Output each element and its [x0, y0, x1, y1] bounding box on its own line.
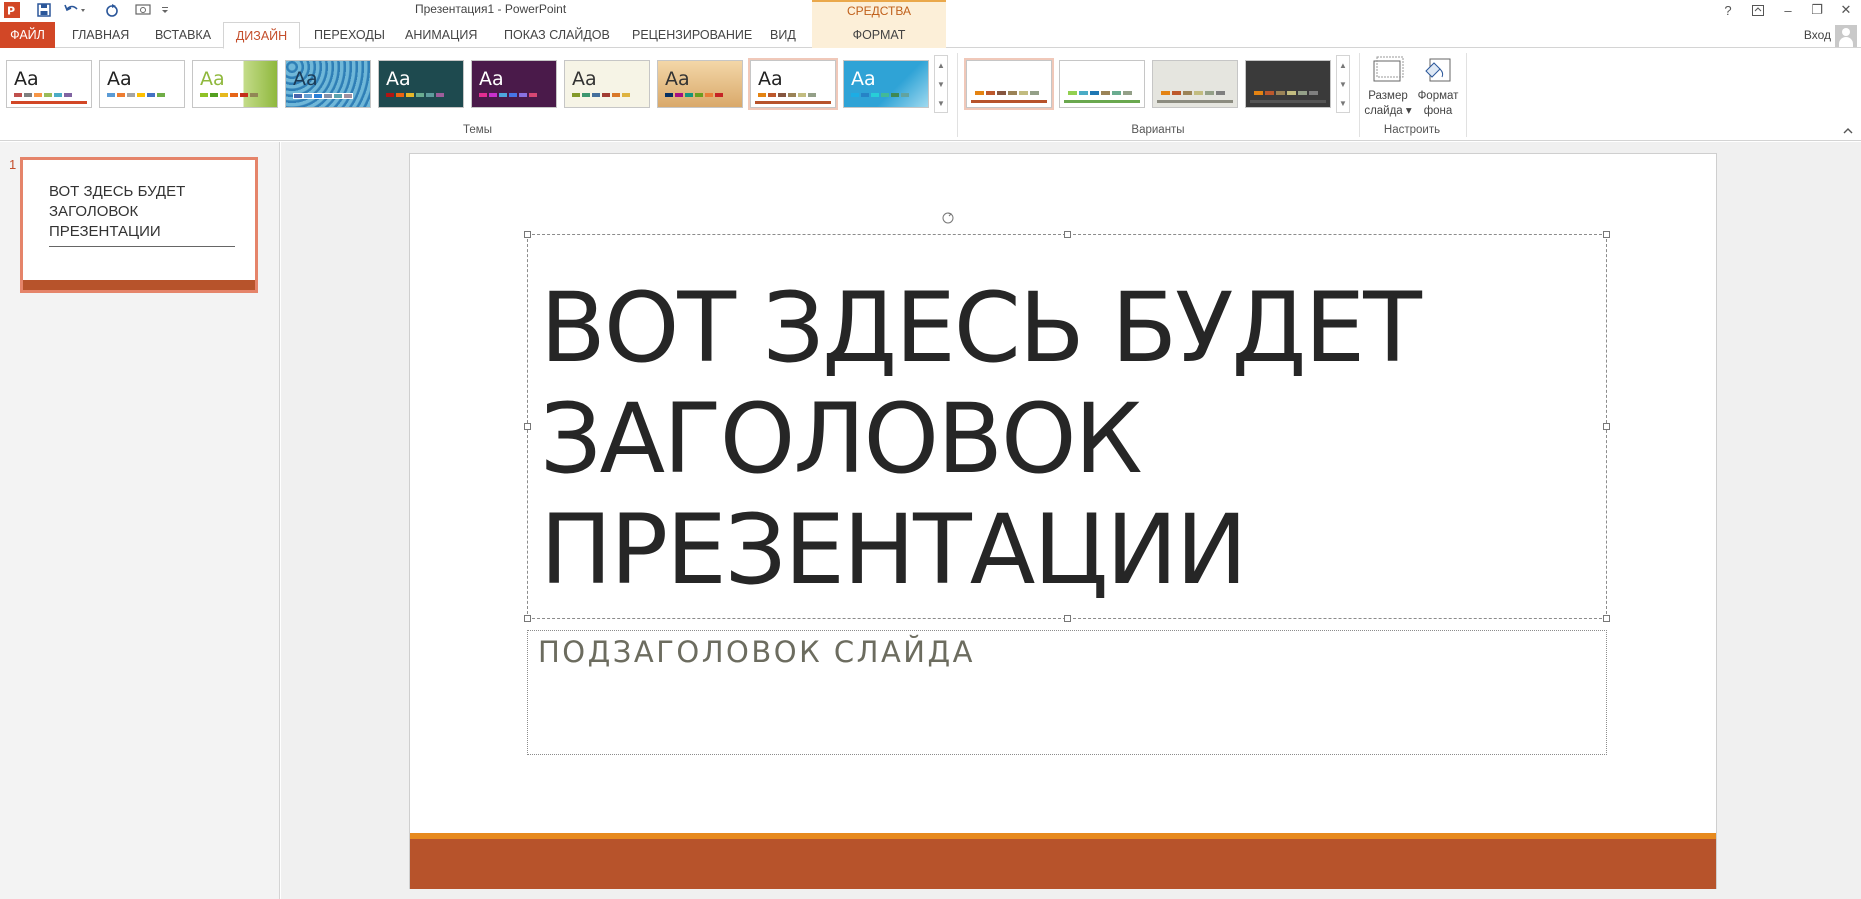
gallery-up-arrow[interactable]: ▲	[1339, 56, 1347, 75]
gallery-more-arrow[interactable]: ▼	[1339, 94, 1347, 113]
format-background-label-1: Формат	[1417, 90, 1459, 102]
resize-handle[interactable]	[524, 615, 531, 622]
theme-sample-text: Aa	[665, 68, 690, 90]
tab-transitions[interactable]: ПЕРЕХОДЫ	[304, 22, 395, 48]
theme-sample-text: Aa	[386, 68, 411, 90]
theme-office[interactable]: Aa	[6, 60, 92, 108]
theme-retrospect-selected[interactable]: Aa	[748, 58, 838, 110]
tab-format[interactable]: ФОРМАТ	[812, 22, 946, 48]
slide-number: 1	[9, 157, 17, 172]
slide-title[interactable]: ВОТ ЗДЕСЬ БУДЕТ ЗАГОЛОВОК ПРЕЗЕНТАЦИИ	[540, 273, 1600, 606]
title-placeholder[interactable]: ВОТ ЗДЕСЬ БУДЕТ ЗАГОЛОВОК ПРЕЗЕНТАЦИИ	[524, 231, 1610, 622]
theme-sample-text: Aa	[200, 68, 225, 90]
tab-slideshow[interactable]: ПОКАЗ СЛАЙДОВ	[494, 22, 620, 48]
ribbon-tabs: ФАЙЛ ГЛАВНАЯ ВСТАВКА ДИЗАЙН ПЕРЕХОДЫ АНИ…	[0, 22, 1861, 49]
theme-retrospect[interactable]: Aa	[564, 60, 650, 108]
resize-handle[interactable]	[524, 231, 531, 238]
ribbon-display-options-icon[interactable]	[1744, 0, 1772, 20]
tab-home[interactable]: ГЛАВНАЯ	[62, 22, 139, 48]
minimize-button[interactable]: –	[1774, 0, 1802, 20]
resize-handle[interactable]	[1064, 615, 1071, 622]
slide-thumbnail-1[interactable]: ВОТ ЗДЕСЬ БУДЕТ ЗАГОЛОВОК ПРЕЗЕНТАЦИИ	[20, 157, 258, 293]
variant-4[interactable]	[1245, 60, 1331, 108]
avatar-icon[interactable]	[1835, 25, 1857, 47]
thumbnail-band	[23, 280, 255, 290]
variant-1[interactable]	[964, 58, 1054, 110]
title-bar: P Презентация1 - PowerPoint СРЕДСТВА РИС…	[0, 0, 1861, 36]
format-background-icon	[1422, 55, 1454, 85]
variants-gallery-scroll[interactable]: ▲ ▼ ▼	[1336, 55, 1350, 113]
themes-group-label: Темы	[463, 124, 492, 136]
gallery-more-arrow[interactable]: ▼	[937, 94, 945, 113]
powerpoint-app-icon[interactable]: P	[3, 1, 21, 19]
sign-in-link[interactable]: Вход	[1804, 22, 1831, 48]
save-icon[interactable]	[35, 1, 53, 19]
theme-sample-text: Aa	[293, 68, 318, 90]
slide-size-label-2: слайда ▾	[1364, 105, 1412, 117]
theme-sample-text: Aa	[758, 68, 783, 90]
redo-icon[interactable]	[103, 1, 121, 19]
theme-sample-text: Aa	[14, 68, 39, 90]
drawing-tools-context-header: СРЕДСТВА РИСОВАНИЯ	[812, 0, 946, 36]
tab-animation[interactable]: АНИМАЦИЯ	[395, 22, 487, 48]
theme-ion-boardroom[interactable]: Aa	[378, 60, 464, 108]
help-button[interactable]: ?	[1714, 0, 1742, 20]
theme-organic[interactable]: Aa	[471, 60, 557, 108]
resize-handle[interactable]	[1603, 423, 1610, 430]
subtitle-placeholder[interactable]: ПОДЗАГОЛОВОК СЛАЙДА	[527, 630, 1607, 755]
window-title: Презентация1 - PowerPoint	[415, 2, 567, 16]
slide-subtitle[interactable]: ПОДЗАГОЛОВОК СЛАЙДА	[538, 635, 975, 669]
tab-design[interactable]: ДИЗАЙН	[223, 22, 300, 49]
slide-size-icon	[1372, 55, 1404, 85]
slide-title-line-2: ЗАГОЛОВОК	[540, 383, 1143, 495]
theme-ion[interactable]: Aa	[285, 60, 371, 108]
slide-editor: ВОТ ЗДЕСЬ БУДЕТ ЗАГОЛОВОК ПРЕЗЕНТАЦИИ ПО…	[281, 142, 1861, 899]
theme-slice[interactable]: Aa	[657, 60, 743, 108]
gallery-down-arrow[interactable]: ▼	[1339, 75, 1347, 94]
variants-group-label: Варианты	[1131, 124, 1185, 136]
tab-file[interactable]: ФАЙЛ	[0, 22, 55, 48]
gallery-down-arrow[interactable]: ▼	[937, 75, 945, 94]
close-button[interactable]: ✕	[1832, 0, 1860, 20]
tab-review[interactable]: РЕЦЕНЗИРОВАНИЕ	[622, 22, 762, 48]
theme-sample-text: Aa	[851, 68, 876, 90]
theme-facet[interactable]: Aa	[192, 60, 278, 108]
thumbnail-rule	[49, 246, 235, 247]
slide-title-line-3: ПРЕЗЕНТАЦИИ	[540, 494, 1248, 606]
thumbnail-title: ВОТ ЗДЕСЬ БУДЕТ ЗАГОЛОВОК ПРЕЗЕНТАЦИИ	[49, 183, 186, 240]
slide-footer-band	[410, 839, 1716, 889]
undo-icon[interactable]	[62, 1, 88, 19]
theme-sample-text: Aa	[479, 68, 504, 90]
restore-button[interactable]: ❐	[1803, 0, 1831, 20]
themes-gallery-scroll[interactable]: ▲ ▼ ▼	[934, 55, 948, 113]
group-separator	[1466, 53, 1467, 137]
customize-qat-icon[interactable]	[158, 1, 172, 19]
variant-3[interactable]	[1152, 60, 1238, 108]
theme-sample-text: Aa	[107, 68, 132, 90]
slide-size-button[interactable]: Размер слайда ▾	[1362, 55, 1414, 119]
customize-group-label: Настроить	[1383, 124, 1441, 136]
format-background-button[interactable]: Формат фона	[1412, 55, 1464, 119]
slide-title-line-1: ВОТ ЗДЕСЬ БУДЕТ	[540, 272, 1422, 384]
resize-handle[interactable]	[1603, 231, 1610, 238]
slide-size-label-1: Размер	[1368, 90, 1408, 102]
slide-canvas[interactable]: ВОТ ЗДЕСЬ БУДЕТ ЗАГОЛОВОК ПРЕЗЕНТАЦИИ ПО…	[409, 153, 1717, 889]
theme-sample-text: Aa	[572, 68, 597, 90]
resize-handle[interactable]	[1064, 231, 1071, 238]
format-background-label-2: фона	[1423, 105, 1453, 117]
collapse-ribbon-icon[interactable]	[1843, 126, 1853, 138]
ribbon-design: Aa Aa Aa Aa Aa Aa Aa Aa Aa Aa ▲ ▼ ▼ Темы…	[0, 49, 1861, 141]
tab-insert[interactable]: ВСТАВКА	[145, 22, 221, 48]
theme-integral[interactable]: Aa	[843, 60, 929, 108]
slide-thumbnails-pane: 1 ВОТ ЗДЕСЬ БУДЕТ ЗАГОЛОВОК ПРЕЗЕНТАЦИИ	[0, 142, 280, 899]
start-from-beginning-icon[interactable]	[133, 1, 155, 19]
svg-text:P: P	[7, 5, 15, 18]
tab-view[interactable]: ВИД	[760, 22, 806, 48]
resize-handle[interactable]	[524, 423, 531, 430]
theme-office-2[interactable]: Aa	[99, 60, 185, 108]
resize-handle[interactable]	[1603, 615, 1610, 622]
variant-2[interactable]	[1059, 60, 1145, 108]
rotate-handle-icon[interactable]	[941, 211, 955, 225]
gallery-up-arrow[interactable]: ▲	[937, 56, 945, 75]
